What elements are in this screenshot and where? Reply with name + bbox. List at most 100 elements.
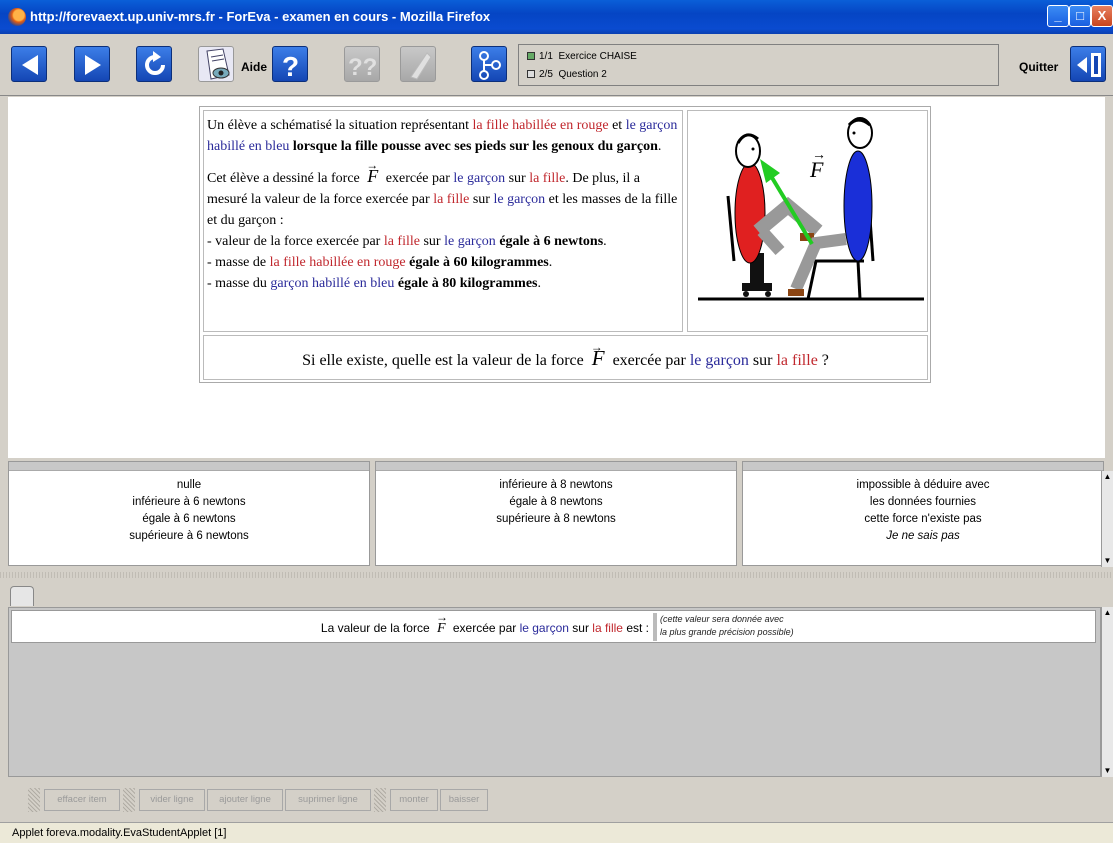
input-hint-line: (cette valeur sera donnée avec <box>660 614 784 624</box>
toolbar-grip[interactable] <box>28 788 40 812</box>
view-document-button[interactable] <box>198 46 234 82</box>
choice-option[interactable]: impossible à déduire avec <box>743 477 1103 494</box>
force-vector-symbol: F <box>433 610 450 637</box>
bold-value-text: égale à 60 kilogrammes <box>405 255 549 270</box>
text: Si elle existe, quelle est la valeur de … <box>302 352 588 369</box>
text: exercée par <box>382 171 454 186</box>
firefox-icon <box>8 8 26 26</box>
question-counter: 2/5 <box>539 69 553 80</box>
answer-scrollbar[interactable]: ▲ ▼ <box>1101 607 1113 777</box>
choice-option[interactable]: inférieure à 8 newtons <box>376 477 736 494</box>
status-bar: Applet foreva.modality.EvaStudentApplet … <box>0 822 1113 843</box>
arrow-left-icon <box>22 55 38 75</box>
choice-option[interactable]: supérieure à 6 newtons <box>9 528 369 545</box>
eraser-icon <box>410 52 432 80</box>
boy-text: garçon habillé en bleu <box>270 276 395 291</box>
svg-text:??: ?? <box>348 54 377 81</box>
scroll-up-icon[interactable]: ▲ <box>1102 607 1113 619</box>
toolbar-grip[interactable] <box>374 788 386 812</box>
text: La valeur de la force <box>320 621 433 635</box>
add-line-button[interactable]: ajouter ligne <box>207 789 283 811</box>
text: sur <box>469 192 494 207</box>
answer-tab[interactable] <box>10 586 34 606</box>
question-indicator[interactable]: 2/5 Question 2 <box>527 69 607 80</box>
exercise-indicator[interactable]: 1/1 Exercice CHAISE <box>527 51 637 62</box>
move-down-button[interactable]: baisser <box>440 789 488 811</box>
choice-option[interactable]: égale à 6 newtons <box>9 511 369 528</box>
question-label: Question 2 <box>558 69 607 80</box>
maximize-button[interactable]: □ <box>1069 5 1091 27</box>
text: Cet élève a dessiné la force <box>207 171 364 186</box>
data-line-force: - valeur de la force exercée par la fill… <box>207 231 679 252</box>
svg-text:?: ? <box>282 51 299 82</box>
choice-list: nulle inférieure à 6 newtons égale à 6 n… <box>9 471 369 545</box>
girl-red-text: la fille habillée en rouge <box>472 118 609 133</box>
choice-option[interactable]: inférieure à 6 newtons <box>9 494 369 511</box>
vector-arrow-icon: → <box>812 148 826 163</box>
bold-situation-text: lorsque la fille pousse avec ses pieds s… <box>292 139 658 154</box>
minimize-button[interactable]: _ <box>1047 5 1069 27</box>
toolbar-grip[interactable] <box>123 788 135 812</box>
delete-line-button[interactable]: suprimer ligne <box>285 789 371 811</box>
splitter-handle[interactable] <box>0 572 1113 578</box>
toolbar: Aide ? ?? 1/1 Exercice CHAISE 2/5 Questi… <box>0 34 1113 96</box>
exercise-status-icon <box>527 52 535 60</box>
data-line-girl-mass: - masse de la fille habillée en rouge ég… <box>207 252 679 273</box>
exercise-counter: 1/1 <box>539 51 553 62</box>
quit-label: Quitter <box>1019 60 1059 74</box>
text: sur <box>419 234 445 249</box>
girl-text: la fille <box>776 352 818 369</box>
back-button[interactable] <box>11 46 47 82</box>
text: est : <box>622 621 649 635</box>
text: ? <box>817 352 829 369</box>
tree-navigation-button[interactable] <box>471 46 507 82</box>
panel-header <box>743 462 1103 471</box>
tree-icon <box>479 51 501 80</box>
answer-prompt: La valeur de la force F exercée par le g… <box>320 610 649 637</box>
choice-option[interactable]: nulle <box>9 477 369 494</box>
choice-option[interactable]: supérieure à 8 newtons <box>376 511 736 528</box>
eraser-button[interactable] <box>400 46 436 82</box>
boy-text: le garçon <box>689 352 749 369</box>
choice-panel-3: impossible à déduire avec les données fo… <box>742 461 1104 566</box>
choice-option[interactable]: égale à 8 newtons <box>376 494 736 511</box>
panel-header <box>376 462 736 471</box>
clear-line-button[interactable]: vider ligne <box>139 789 205 811</box>
text: et <box>608 118 626 133</box>
choice-option[interactable]: les données fournies <box>743 494 1103 511</box>
text: - masse de <box>207 255 270 270</box>
text: sur <box>568 621 593 635</box>
choice-list: impossible à déduire avec les données fo… <box>743 471 1103 545</box>
choice-panel-1: nulle inférieure à 6 newtons égale à 6 n… <box>8 461 370 566</box>
text: Un élève a schématisé la situation repré… <box>207 118 473 133</box>
reload-icon <box>145 51 165 75</box>
help-button[interactable]: ? <box>272 46 308 82</box>
answer-input-field[interactable]: (cette valeur sera donnée avec la plus g… <box>653 613 1093 641</box>
choice-option[interactable]: cette force n'existe pas <box>743 511 1103 528</box>
choices-scrollbar[interactable]: ▲ ▼ <box>1101 471 1113 567</box>
exercise-navigation: 1/1 Exercice CHAISE 2/5 Question 2 <box>518 44 999 86</box>
quit-button[interactable] <box>1070 46 1106 82</box>
girl-text: la fille <box>383 234 420 249</box>
exercise-label: Exercice CHAISE <box>558 51 637 62</box>
text: exercée par <box>449 621 520 635</box>
choice-list: inférieure à 8 newtons égale à 8 newtons… <box>376 471 736 528</box>
move-up-button[interactable]: monter <box>390 789 438 811</box>
boy-text: le garçon <box>519 621 569 635</box>
scroll-down-icon[interactable]: ▼ <box>1102 555 1113 567</box>
clear-item-button[interactable]: effacer item <box>44 789 120 811</box>
scroll-up-icon[interactable]: ▲ <box>1102 471 1113 483</box>
forward-button[interactable] <box>74 46 110 82</box>
scroll-down-icon[interactable]: ▼ <box>1102 765 1113 777</box>
answer-area: La valeur de la force F exercée par le g… <box>8 607 1101 777</box>
document-eye-icon <box>206 48 230 80</box>
force-vector-symbol: F <box>363 155 382 187</box>
choice-option[interactable]: Je ne sais pas <box>743 528 1103 545</box>
situation-figure: F → <box>687 110 928 332</box>
close-button[interactable]: X <box>1091 5 1113 27</box>
girl-text: la fille habillée en rouge <box>269 255 406 270</box>
hint-button[interactable]: ?? <box>344 46 380 82</box>
question-content: Un élève a schématisé la situation repré… <box>8 97 1105 458</box>
reload-button[interactable] <box>136 46 172 82</box>
girl-text: la fille <box>592 621 623 635</box>
